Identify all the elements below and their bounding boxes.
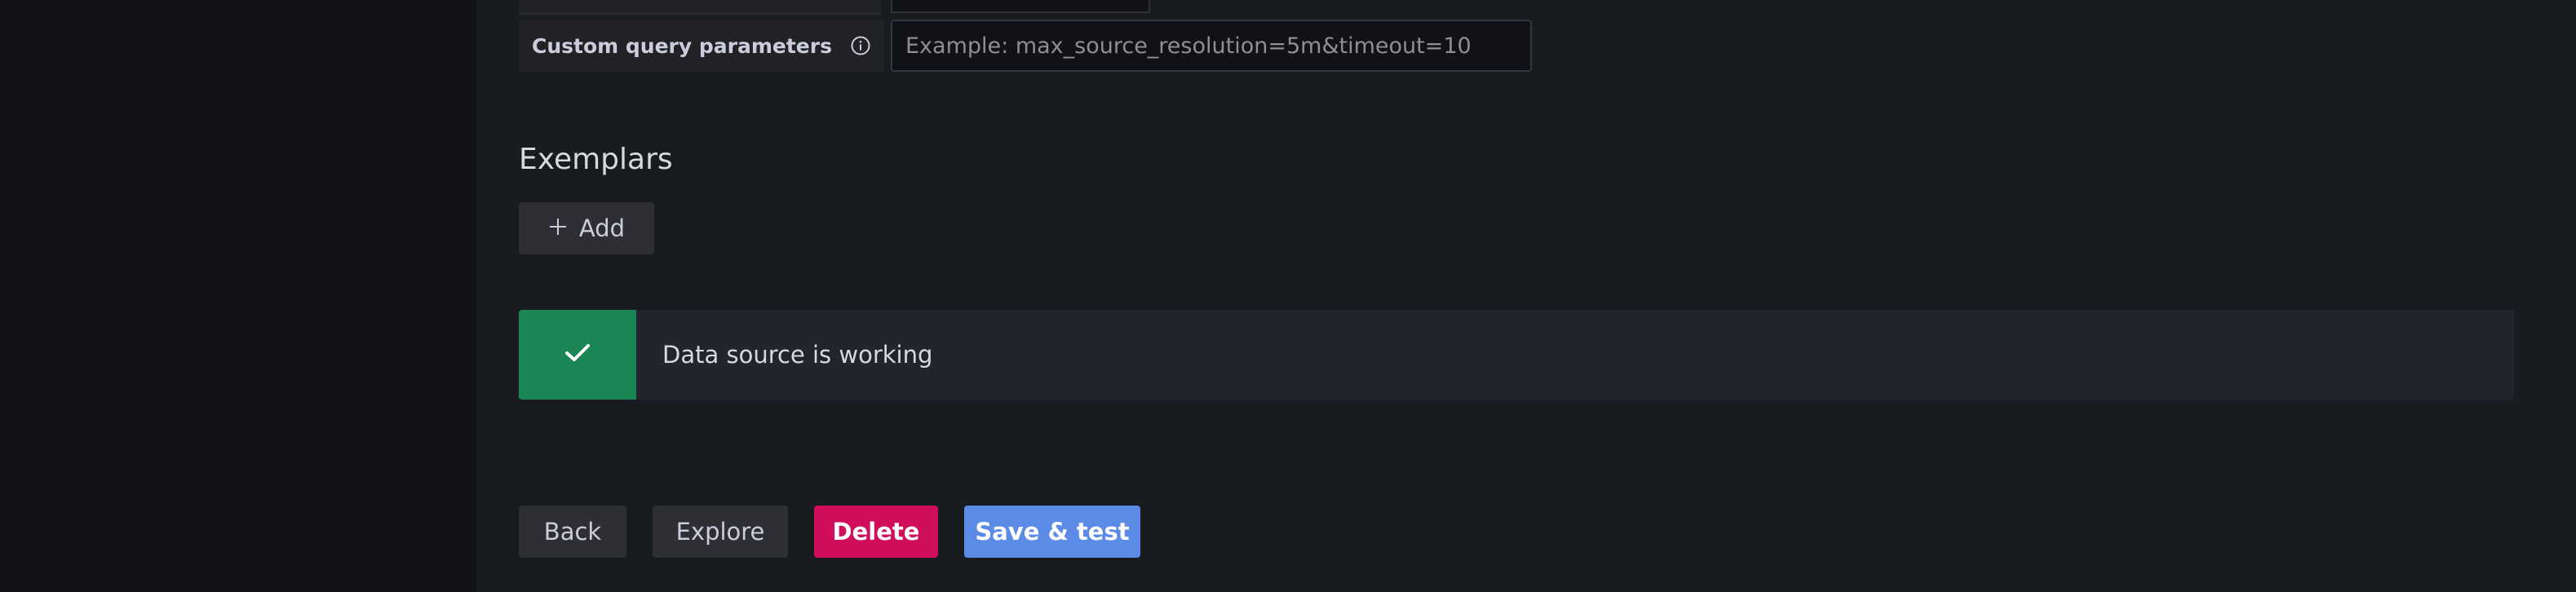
alert-icon-box <box>519 310 636 400</box>
success-alert: Data source is working <box>519 310 2514 400</box>
alert-message: Data source is working <box>662 341 933 369</box>
previous-field-input[interactable] <box>891 0 1150 13</box>
datasource-settings-page: Custom query parameters Exemplars Add <box>476 0 2576 592</box>
save-and-test-button[interactable]: Save & test <box>964 506 1140 558</box>
left-sidebar <box>0 0 476 592</box>
delete-button[interactable]: Delete <box>814 506 938 558</box>
plus-icon <box>548 214 568 242</box>
check-icon <box>564 342 591 368</box>
explore-button[interactable]: Explore <box>653 506 788 558</box>
custom-query-parameters-label: Custom query parameters <box>519 20 884 72</box>
info-icon[interactable] <box>850 35 871 56</box>
custom-query-parameters-label-text: Custom query parameters <box>532 33 832 58</box>
add-exemplar-button[interactable]: Add <box>519 202 654 254</box>
previous-field-label <box>519 0 881 15</box>
add-exemplar-label: Add <box>578 214 626 242</box>
back-button[interactable]: Back <box>519 506 626 558</box>
exemplars-heading: Exemplars <box>519 143 673 176</box>
custom-query-parameters-input[interactable] <box>891 20 1532 72</box>
